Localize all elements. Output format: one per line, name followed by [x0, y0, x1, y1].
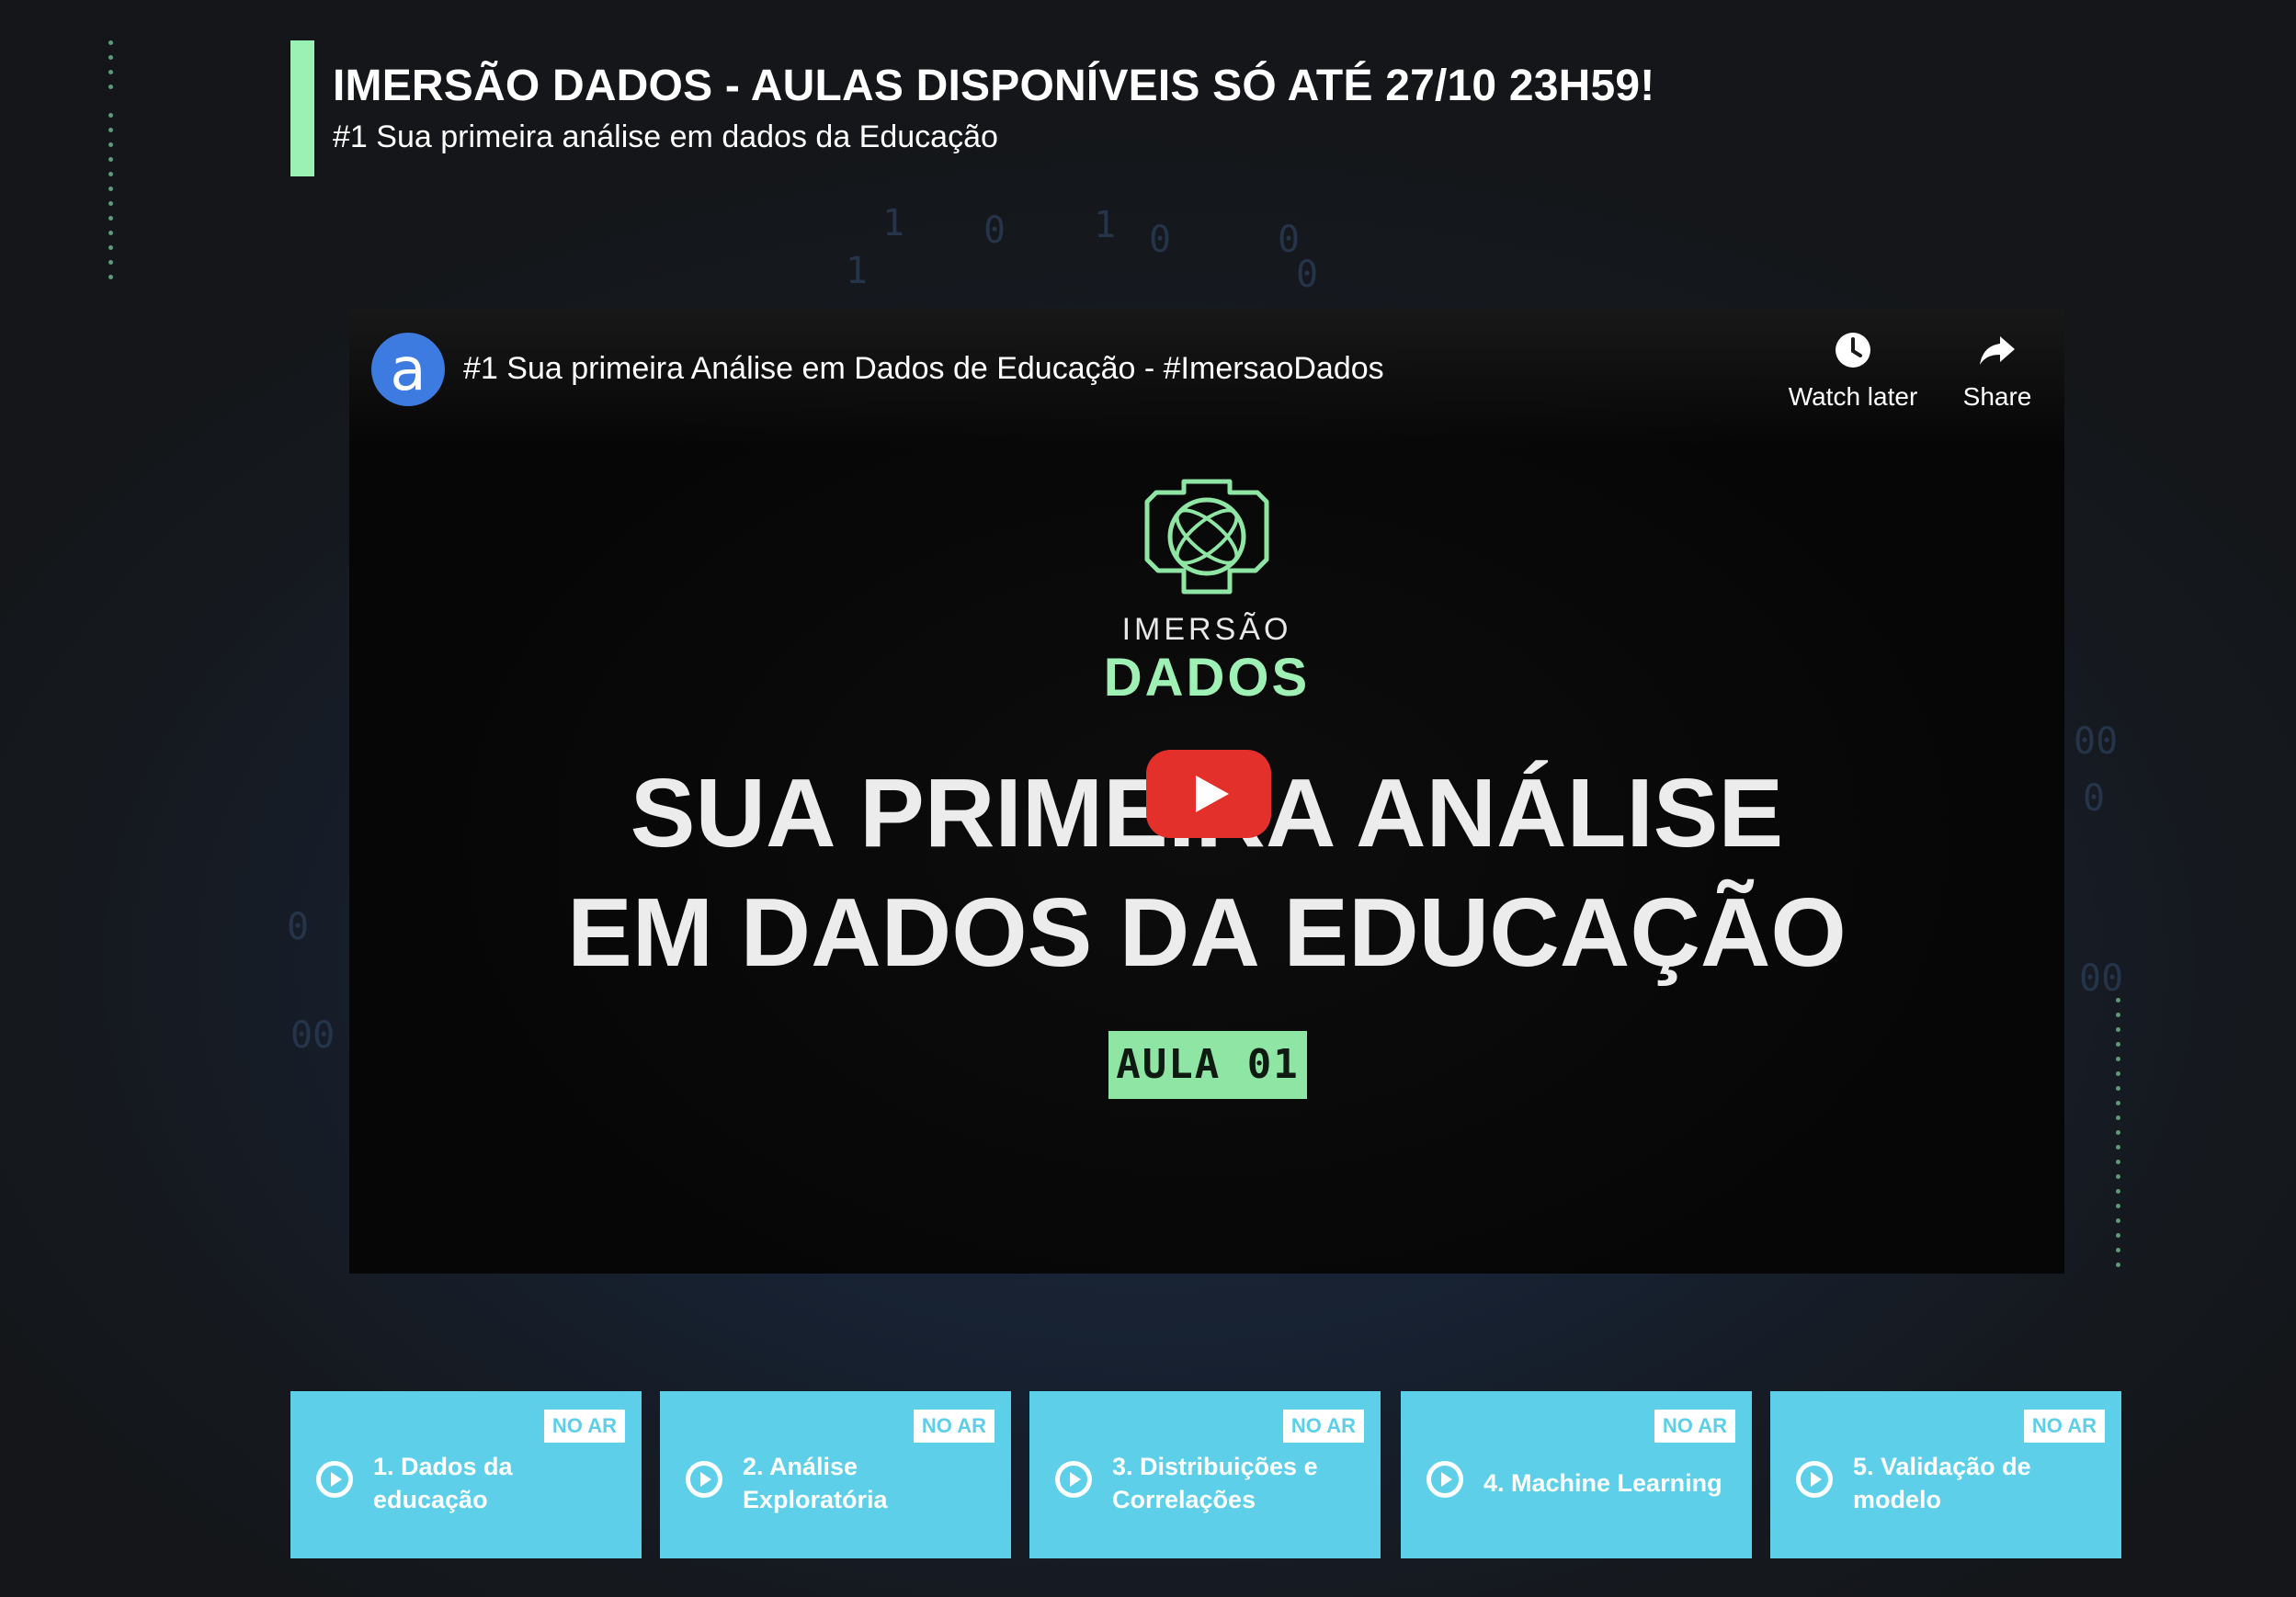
page-title: IMERSÃO DADOS - AULAS DISPONÍVEIS SÓ ATÉ…: [333, 62, 1655, 110]
lesson-card-1[interactable]: NO AR 1. Dados da educação: [290, 1391, 642, 1558]
watch-later-button[interactable]: Watch later: [1779, 327, 1927, 412]
background-binary-digit: 0: [1149, 219, 1172, 261]
live-badge: NO AR: [913, 1410, 995, 1443]
share-button[interactable]: Share: [1938, 327, 2057, 412]
background-binary-digit: 00: [290, 1014, 335, 1057]
page: 1 0 1 0 0 1 0 0 00 00 0 00 IMERSÃO DADOS…: [0, 0, 2296, 1597]
lesson-label: 3. Distribuições e Correlações: [1112, 1453, 1318, 1513]
background-binary-digit: 0: [2083, 777, 2106, 820]
background-binary-digit: 0: [1296, 254, 1319, 296]
lesson-label: 2. Análise Exploratória: [743, 1453, 888, 1513]
decorative-dots-right: [2116, 998, 2121, 1277]
lesson-label: 4. Machine Learning: [1483, 1469, 1722, 1497]
background-binary-digit: 1: [1094, 204, 1117, 246]
lesson-card-4[interactable]: NO AR 4. Machine Learning: [1401, 1391, 1752, 1558]
background-binary-digit: 0: [287, 906, 310, 948]
play-circle-icon: [1055, 1461, 1092, 1498]
play-icon: [1196, 776, 1229, 812]
play-circle-icon: [1796, 1461, 1833, 1498]
live-badge: NO AR: [1654, 1410, 1735, 1443]
live-badge: NO AR: [2023, 1410, 2105, 1443]
play-circle-icon: [316, 1461, 353, 1498]
lesson-card-2[interactable]: NO AR 2. Análise Exploratória: [660, 1391, 1011, 1558]
background-binary-digit: 1: [882, 202, 905, 244]
share-label: Share: [1962, 382, 2032, 411]
lesson-card-3[interactable]: NO AR 3. Distribuições e Correlações: [1029, 1391, 1381, 1558]
lesson-list: NO AR 1. Dados da educação NO AR 2. Anál…: [290, 1391, 2121, 1558]
play-circle-icon: [1426, 1461, 1463, 1498]
play-circle-icon: [686, 1461, 722, 1498]
video-player[interactable]: a #1 Sua primeira Análise em Dados de Ed…: [349, 309, 2064, 1274]
thumbnail-brand-top: IMERSÃO: [1121, 612, 1292, 647]
lesson-label: 1. Dados da educação: [373, 1453, 513, 1513]
page-header: IMERSÃO DADOS - AULAS DISPONÍVEIS SÓ ATÉ…: [290, 40, 2037, 176]
channel-avatar[interactable]: a: [371, 333, 445, 406]
video-title-link[interactable]: #1 Sua primeira Análise em Dados de Educ…: [463, 351, 1384, 387]
live-badge: NO AR: [1282, 1410, 1364, 1443]
channel-avatar-letter: a: [390, 336, 426, 404]
share-arrow-icon: [1980, 336, 2015, 365]
page-subtitle: #1 Sua primeira análise em dados da Educ…: [333, 119, 998, 154]
play-button[interactable]: [1146, 750, 1271, 838]
clock-icon: [1836, 333, 1870, 368]
thumbnail-brand-bottom: DADOS: [1103, 648, 1311, 708]
background-binary-digit: 00: [2074, 720, 2119, 763]
watch-later-label: Watch later: [1788, 382, 1918, 411]
lesson-card-5[interactable]: NO AR 5. Validação de modelo: [1770, 1391, 2121, 1558]
thumbnail-lesson-badge: AULA 01: [1108, 1031, 1307, 1099]
thumbnail-headline-line2: EM DADOS DA EDUCAÇÃO: [567, 878, 1847, 987]
lesson-label: 5. Validação de modelo: [1853, 1453, 2031, 1513]
background-binary-digit: 1: [846, 250, 869, 292]
header-accent-bar: [290, 40, 314, 176]
decorative-dots-left: [108, 40, 114, 289]
background-binary-digit: 00: [2079, 957, 2124, 1000]
imersao-dados-logo-icon: [1144, 479, 1269, 595]
live-badge: NO AR: [543, 1410, 625, 1443]
background-binary-digit: 0: [983, 210, 1006, 252]
